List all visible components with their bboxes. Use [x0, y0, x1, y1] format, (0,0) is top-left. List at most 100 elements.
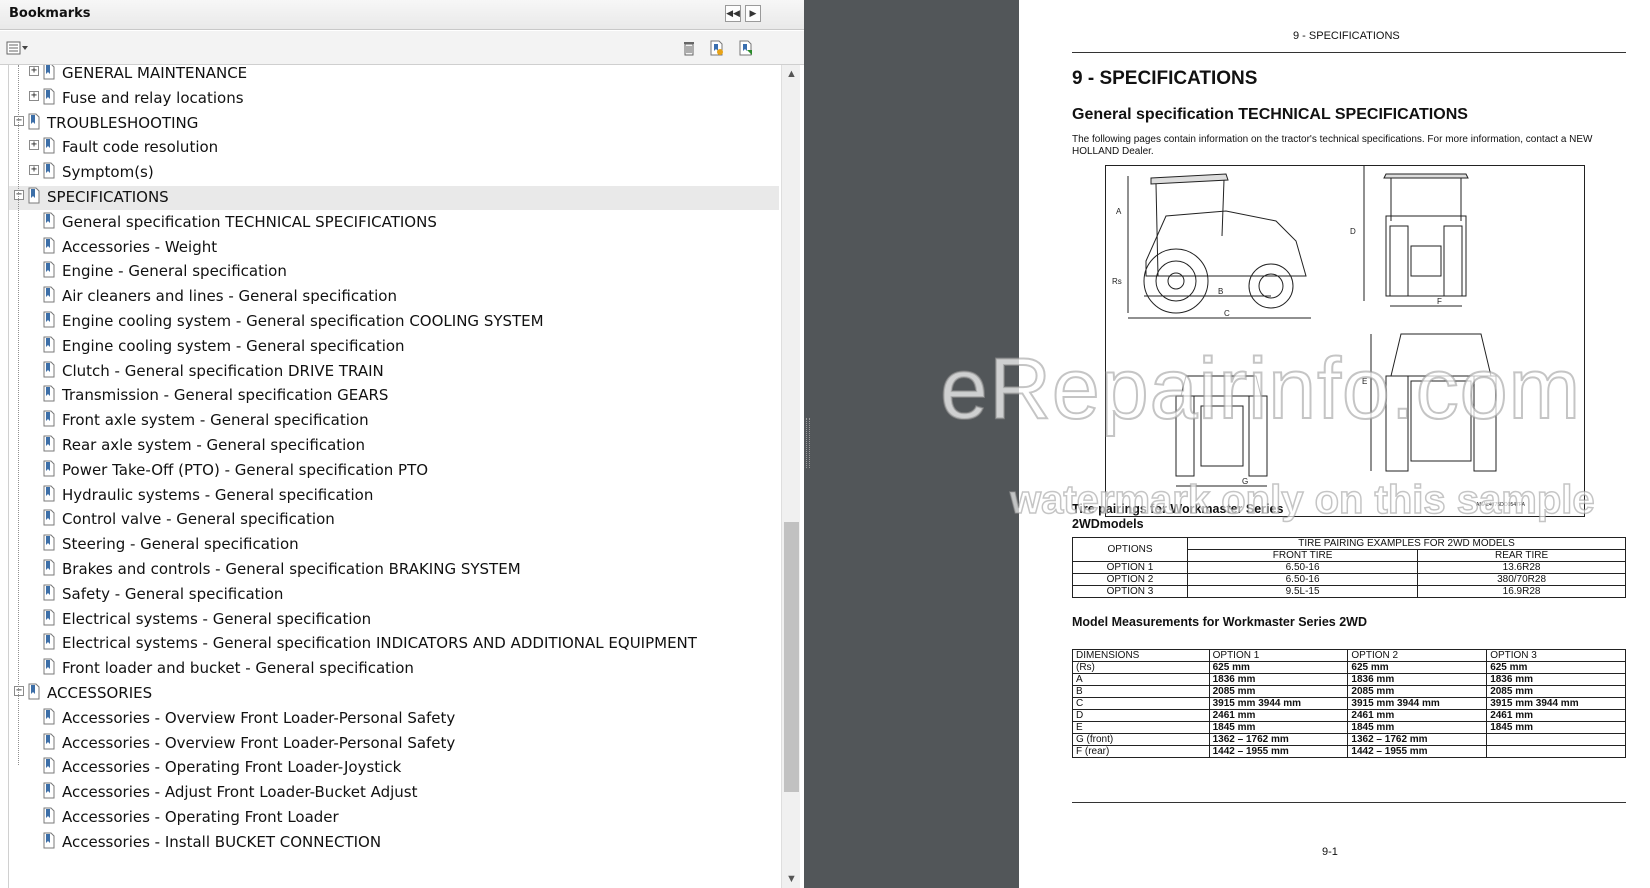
bookmark-label: Brakes and controls - General specificat…	[62, 560, 521, 578]
bookmark-item[interactable]: − TROUBLESHOOTING	[9, 112, 779, 136]
table-row: OPTION 2 6.50-16 380/70R28	[1072, 573, 1626, 586]
expand-plus-icon[interactable]: +	[29, 90, 39, 101]
bookmark-item[interactable]: Front axle system - General specificatio…	[9, 409, 779, 433]
panel-splitter-grip[interactable]	[806, 418, 810, 468]
table-cell: 2085 mm	[1486, 685, 1626, 698]
bookmarks-tree: + GENERAL MAINTENANCE + Fuse and relay loca…	[8, 65, 781, 888]
expand-panel-button[interactable]: ▶	[745, 5, 761, 22]
bookmark-item[interactable]: Accessories - Operating Front Loader	[9, 806, 779, 830]
table-cell: OPTION 1	[1072, 561, 1188, 574]
bookmark-item[interactable]: Engine cooling system - General specific…	[9, 310, 779, 334]
expand-plus-icon[interactable]: +	[29, 66, 39, 76]
bookmark-label: Air cleaners and lines - General specifi…	[62, 287, 397, 306]
tree-guide-line	[18, 65, 19, 765]
table-cell	[1486, 733, 1626, 746]
bookmark-item[interactable]: Accessories - Install BUCKET CONNECTION	[9, 831, 779, 855]
tire-options-header: OPTIONS	[1072, 537, 1188, 562]
bookmark-item[interactable]: Power Take-Off (PTO) - General specifica…	[9, 459, 779, 483]
bookmark-icon	[43, 708, 55, 725]
bookmark-item[interactable]: Steering - General specification	[9, 533, 779, 557]
scroll-thumb[interactable]	[784, 522, 799, 792]
bookmark-item[interactable]: Transmission - General specification GEA…	[9, 384, 779, 408]
table-cell: 1362 – 1762 mm	[1347, 733, 1488, 746]
figure-label-rs: Rs	[1112, 277, 1122, 286]
collapse-minus-icon[interactable]: −	[14, 115, 24, 126]
bookmark-item[interactable]: Front loader and bucket - General specif…	[9, 657, 779, 681]
bookmark-item[interactable]: Accessories - Adjust Front Loader-Bucket…	[9, 781, 779, 805]
trash-icon	[684, 42, 694, 56]
bookmark-item[interactable]: Hydraulic systems - General specificatio…	[9, 484, 779, 508]
bookmark-item[interactable]: Engine - General specification	[9, 260, 779, 284]
page-number: 9-1	[1322, 846, 1338, 858]
intro-paragraph: The following pages contain information …	[1072, 134, 1593, 157]
bookmark-item[interactable]: + GENERAL MAINTENANCE	[9, 65, 779, 86]
collapse-minus-icon[interactable]: −	[14, 190, 24, 200]
bookmark-options-icon	[6, 41, 28, 55]
table-header-cell: OPTION 1	[1208, 649, 1349, 662]
bookmark-label: Clutch - General specification DRIVE TRA…	[62, 361, 384, 380]
table-cell: OPTION 2	[1072, 573, 1188, 586]
bookmark-options-button[interactable]	[6, 40, 30, 56]
bookmark-label: GENERAL MAINTENANCE	[62, 65, 248, 82]
delete-bookmark-button[interactable]	[680, 40, 698, 56]
expand-plus-icon[interactable]: +	[29, 165, 39, 176]
bookmark-label: Power Take-Off (PTO) - General specifica…	[62, 460, 429, 479]
bookmark-item[interactable]: Rear axle system - General specification	[9, 434, 779, 458]
expand-plus-icon[interactable]: +	[29, 140, 39, 151]
table-cell: (Rs)	[1072, 661, 1210, 674]
bookmarks-panel: Bookmarks ◀◀ ▶ + GENERAL MAINTENANCE + F…	[0, 0, 804, 888]
bookmark-icon	[43, 410, 55, 427]
figure-label-a: A	[1116, 207, 1122, 216]
bookmark-icon	[43, 237, 55, 254]
table-cell: 3915 mm 3944 mm	[1347, 697, 1488, 710]
bookmark-icon	[43, 609, 55, 626]
tire-group-header: TIRE PAIRING EXAMPLES FOR 2WD MODELS	[1187, 537, 1626, 550]
bookmark-item[interactable]: + Fuse and relay locations	[9, 87, 779, 111]
bookmark-icon	[28, 187, 40, 204]
table-row: E 1845 mm 1845 mm 1845 mm	[1072, 721, 1626, 734]
table-cell: 2085 mm	[1208, 685, 1349, 698]
bookmark-label: Transmission - General specification GEA…	[62, 386, 389, 405]
bookmark-item[interactable]: Electrical systems - General specificati…	[9, 632, 779, 656]
table-row: D 2461 mm 2461 mm 2461 mm	[1072, 709, 1626, 722]
bookmark-item[interactable]: Accessories - Weight	[9, 236, 779, 260]
table-cell	[1486, 745, 1626, 758]
bookmark-label: SPECIFICATIONS	[47, 188, 169, 206]
bookmark-item[interactable]: Air cleaners and lines - General specifi…	[9, 285, 779, 309]
bookmark-item[interactable]: Accessories - Overview Front Loader-Pers…	[9, 707, 779, 731]
bookmark-item[interactable]: + Symptom(s)	[9, 161, 779, 185]
tire-pairing-table: OPTIONS TIRE PAIRING EXAMPLES FOR 2WD MO…	[1072, 537, 1626, 598]
scroll-down-arrow-icon[interactable]: ▼	[782, 870, 801, 888]
bookmark-label: Accessories - Overview Front Loader-Pers…	[62, 708, 456, 727]
bookmark-item[interactable]: Safety - General specification	[9, 583, 779, 607]
bookmarks-scrollbar[interactable]: ▲ ▼	[781, 65, 800, 888]
panel-title-bar: Bookmarks ◀◀ ▶	[0, 0, 804, 30]
bookmark-item[interactable]: Engine cooling system - General specific…	[9, 335, 779, 359]
bookmark-item[interactable]: + Fault code resolution	[9, 136, 779, 160]
watermark-notice: watermark only on this sample	[1009, 477, 1595, 523]
bookmark-label: Fuse and relay locations	[62, 88, 244, 107]
bookmark-item[interactable]: Accessories - Overview Front Loader-Pers…	[9, 732, 779, 756]
table-cell: 6.50-16	[1186, 573, 1419, 586]
bookmark-item[interactable]: Clutch - General specification DRIVE TRA…	[9, 360, 779, 384]
bookmark-item[interactable]: General specification TECHNICAL SPECIFIC…	[9, 211, 779, 235]
bookmark-item[interactable]: Electrical systems - General specificati…	[9, 608, 779, 632]
expand-bookmark-button[interactable]	[736, 40, 754, 56]
figure-label-c: C	[1224, 309, 1230, 318]
bookmark-item[interactable]: Brakes and controls - General specificat…	[9, 558, 779, 582]
table-row: C 3915 mm 3944 mm 3915 mm 3944 mm 3915 mm 3…	[1072, 697, 1626, 710]
table-cell: 1845 mm	[1347, 721, 1488, 734]
bookmark-icon	[43, 361, 55, 378]
scroll-up-arrow-icon[interactable]: ▲	[782, 65, 801, 83]
bookmark-item[interactable]: Accessories - Operating Front Loader-Joy…	[9, 756, 779, 780]
bookmark-item[interactable]: − SPECIFICATIONS	[9, 186, 779, 210]
bookmark-item[interactable]: Control valve - General specification	[9, 508, 779, 532]
bookmark-item[interactable]: − ACCESSORIES	[9, 682, 779, 706]
collapse-minus-icon[interactable]: −	[14, 686, 24, 696]
bookmark-icon	[43, 65, 55, 80]
collapse-panel-button[interactable]: ◀◀	[725, 5, 741, 22]
bookmark-label: Electrical systems - General specificati…	[62, 609, 372, 628]
table-cell: 2461 mm	[1347, 709, 1488, 722]
new-bookmark-button[interactable]	[707, 40, 725, 56]
double-chevron-left-icon: ◀◀	[726, 8, 740, 18]
